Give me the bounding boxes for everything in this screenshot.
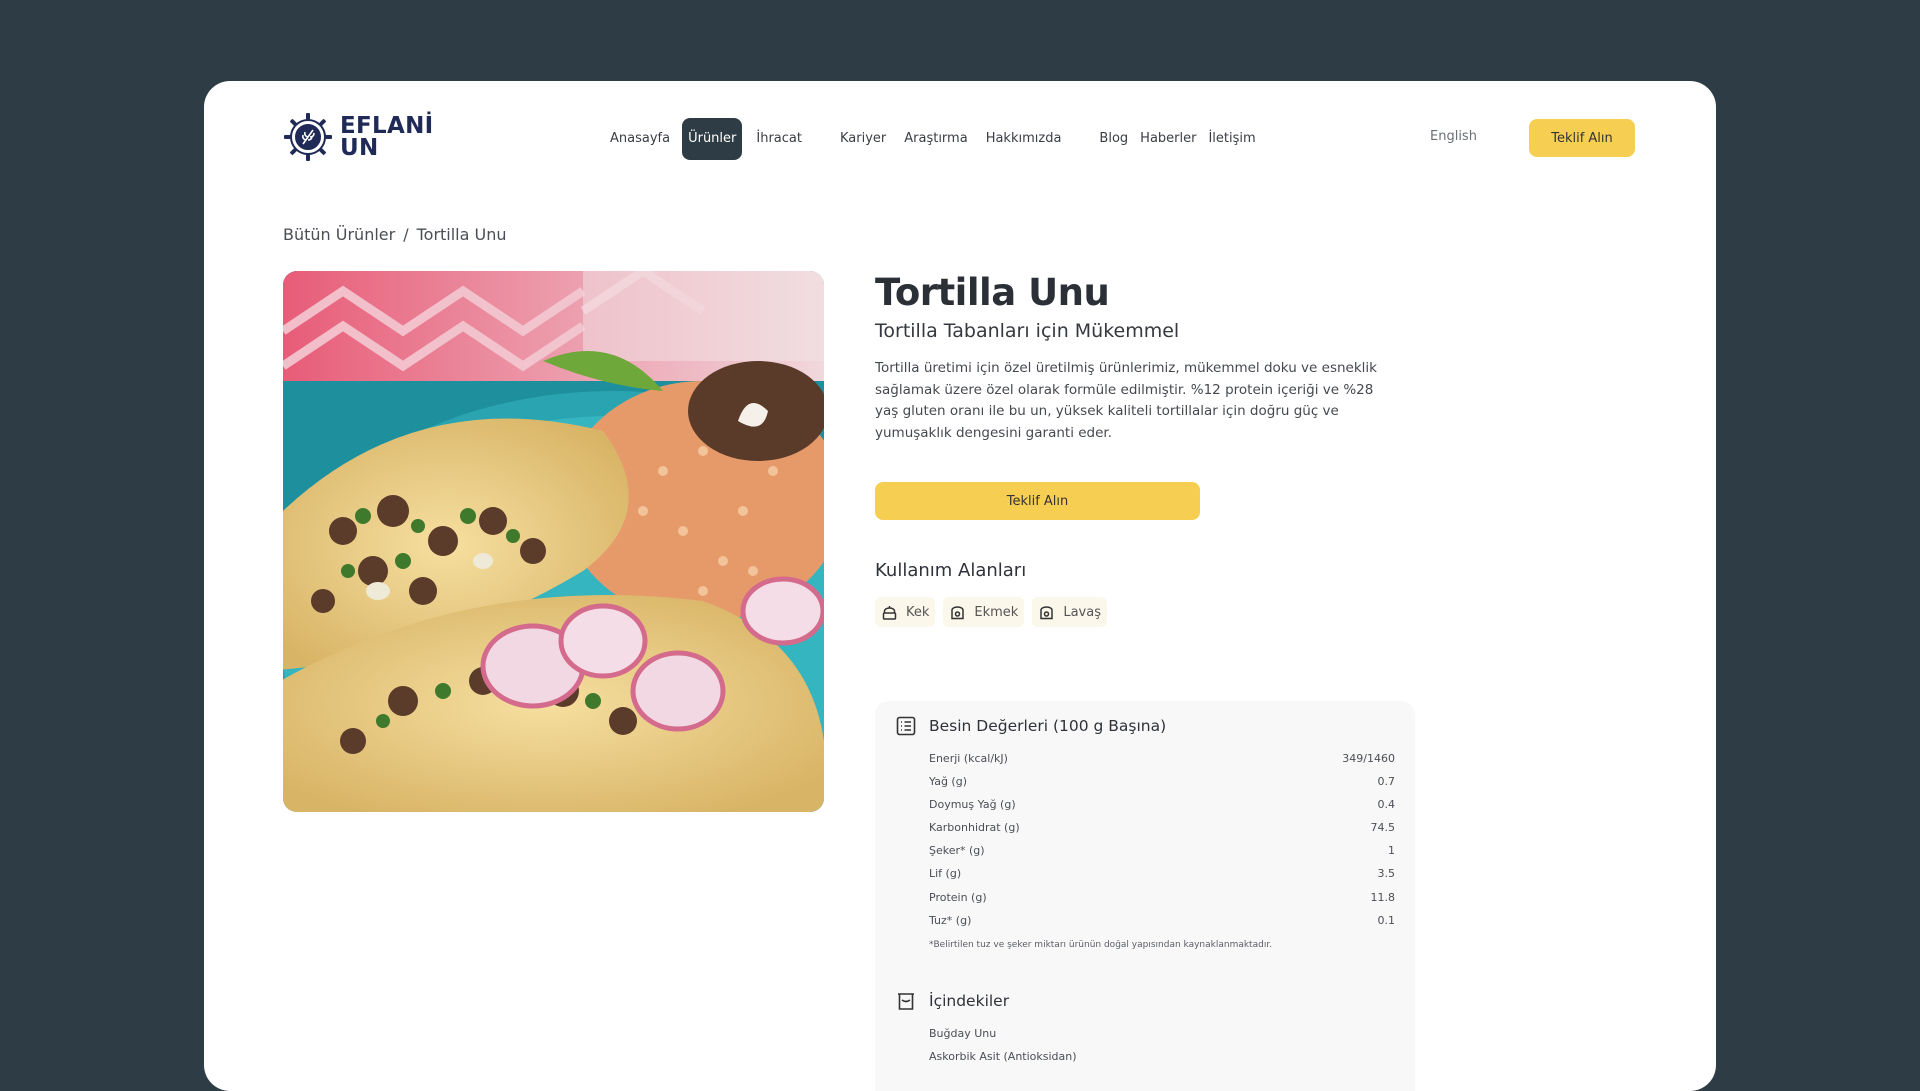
breadcrumb-separator: / xyxy=(403,225,409,244)
nutrition-footnote: *Belirtilen tuz ve şeker miktarı ürünün … xyxy=(929,939,1273,950)
nav-item-anasayfa[interactable]: Anasayfa xyxy=(604,118,676,160)
nutrition-label: Şeker* (g) xyxy=(929,844,985,858)
usage-title: Kullanım Alanları xyxy=(875,560,1027,581)
nutrition-label: Karbonhidrat (g) xyxy=(929,821,1020,835)
product-info: Tortilla Unu Tortilla Tabanları için Mük… xyxy=(875,271,1415,627)
nav-item-iletisim[interactable]: İletişim xyxy=(1202,118,1261,160)
usage-tag-ekmek: Ekmek xyxy=(943,597,1025,627)
bowl-icon xyxy=(898,992,914,1010)
main-nav: Anasayfa Ürünler İhracat Kariyer Araştır… xyxy=(604,118,1262,160)
ingredients-title: İçindekiler xyxy=(929,991,1010,1010)
nav-item-kariyer[interactable]: Kariyer xyxy=(834,118,892,160)
bread-icon xyxy=(951,605,965,619)
product-subtitle: Tortilla Tabanları için Mükemmel xyxy=(875,320,1180,342)
breadcrumb-parent-link[interactable]: Bütün Ürünler xyxy=(283,225,395,244)
nav-item-blog[interactable]: Blog xyxy=(1093,118,1134,160)
nutrition-label: Lif (g) xyxy=(929,867,962,881)
nutrition-row: Tuz* (g) 0.1 xyxy=(929,909,1395,932)
bread-icon xyxy=(1040,605,1054,619)
nav-item-urunler[interactable]: Ürünler xyxy=(682,118,743,160)
nutrition-value: 349/1460 xyxy=(1342,752,1395,765)
usage-tag-label: Kek xyxy=(906,604,930,620)
nav-item-haberler[interactable]: Haberler xyxy=(1134,118,1202,160)
nutrition-row: Lif (g) 3.5 xyxy=(929,862,1395,885)
product-description: Tortilla üretimi için özel üretilmiş ürü… xyxy=(875,360,1377,441)
cake-icon xyxy=(882,605,897,620)
nutrition-value: 1 xyxy=(1388,844,1395,858)
breadcrumb-current: Tortilla Unu xyxy=(416,225,507,244)
ingredient-item: Buğday Unu xyxy=(929,1026,997,1040)
nutrition-label: Protein (g) xyxy=(929,890,987,904)
nutrition-title: Besin Değerleri (100 g Başına) xyxy=(929,717,1167,735)
nutrition-value: 3.5 xyxy=(1377,867,1396,881)
gear-wheat-logo-icon xyxy=(284,113,332,161)
brand-line-2: UN xyxy=(340,135,379,161)
nutrition-label: Enerji (kcal/kJ) xyxy=(929,752,1008,765)
product-image xyxy=(283,271,824,812)
ingredients-header: İçindekiler xyxy=(895,990,1395,1012)
ingredient-item: Askorbik Asit (Antioksidan) xyxy=(929,1049,1077,1063)
nutrition-table: Enerji (kcal/kJ) 349/1460 Yağ (g) 0.7 Doym… xyxy=(929,747,1395,932)
nutrition-value: 0.7 xyxy=(1377,775,1396,789)
usage-tags: Kek Ekmek Lavaş xyxy=(875,597,1415,627)
header-quote-button[interactable]: Teklif Alın xyxy=(1529,119,1635,157)
usage-tag-kek: Kek xyxy=(875,597,936,627)
breadcrumb: Bütün Ürünler / Tortilla Unu xyxy=(283,225,507,244)
brand-logo[interactable]: EFLANİ UN xyxy=(282,111,434,163)
nutrition-row: Doymuş Yağ (g) 0.4 xyxy=(929,793,1395,816)
nutrition-header: Besin Değerleri (100 g Başına) xyxy=(895,715,1395,737)
list-icon xyxy=(896,716,916,736)
nutrition-row: Enerji (kcal/kJ) 349/1460 xyxy=(929,747,1395,770)
nav-item-hakkimizda[interactable]: Hakkımızda xyxy=(980,118,1068,160)
usage-tag-lavas: Lavaş xyxy=(1032,597,1107,627)
nutrition-value: 0.1 xyxy=(1377,913,1396,927)
nutrition-label: Tuz* (g) xyxy=(929,913,972,927)
usage-tag-label: Lavaş xyxy=(1063,604,1101,620)
nutrition-label: Yağ (g) xyxy=(929,775,967,789)
nutrition-value: 11.8 xyxy=(1370,890,1396,904)
nutrition-panel: Besin Değerleri (100 g Başına) Enerji (k… xyxy=(875,701,1415,1091)
nutrition-row: Yağ (g) 0.7 xyxy=(929,770,1395,793)
nav-item-ihracat[interactable]: İhracat xyxy=(750,118,808,160)
brand-wordmark: EFLANİ UN xyxy=(340,113,434,161)
ingredients-list: Buğday Unu Askorbik Asit (Antioksidan) xyxy=(929,1022,1395,1068)
nutrition-row: Karbonhidrat (g) 74.5 xyxy=(929,816,1395,839)
usage-tag-label: Ekmek xyxy=(974,604,1019,620)
nutrition-label: Doymuş Yağ (g) xyxy=(929,798,1016,812)
nutrition-row: Şeker* (g) 1 xyxy=(929,839,1395,862)
product-title: Tortilla Unu xyxy=(875,271,1110,314)
nutrition-value: 0.4 xyxy=(1377,798,1396,812)
page-card: EFLANİ UN Anasayfa Ürünler İhracat Kariy… xyxy=(204,81,1716,1091)
nav-item-arastirma[interactable]: Araştırma xyxy=(898,118,973,160)
nutrition-row: Protein (g) 11.8 xyxy=(929,886,1395,909)
language-switch[interactable]: English xyxy=(1430,129,1477,144)
nutrition-value: 74.5 xyxy=(1370,821,1396,835)
product-quote-button[interactable]: Teklif Alın xyxy=(875,482,1200,520)
tacos-photo-illustration xyxy=(283,271,824,812)
brand-line-1: EFLANİ xyxy=(340,113,434,139)
